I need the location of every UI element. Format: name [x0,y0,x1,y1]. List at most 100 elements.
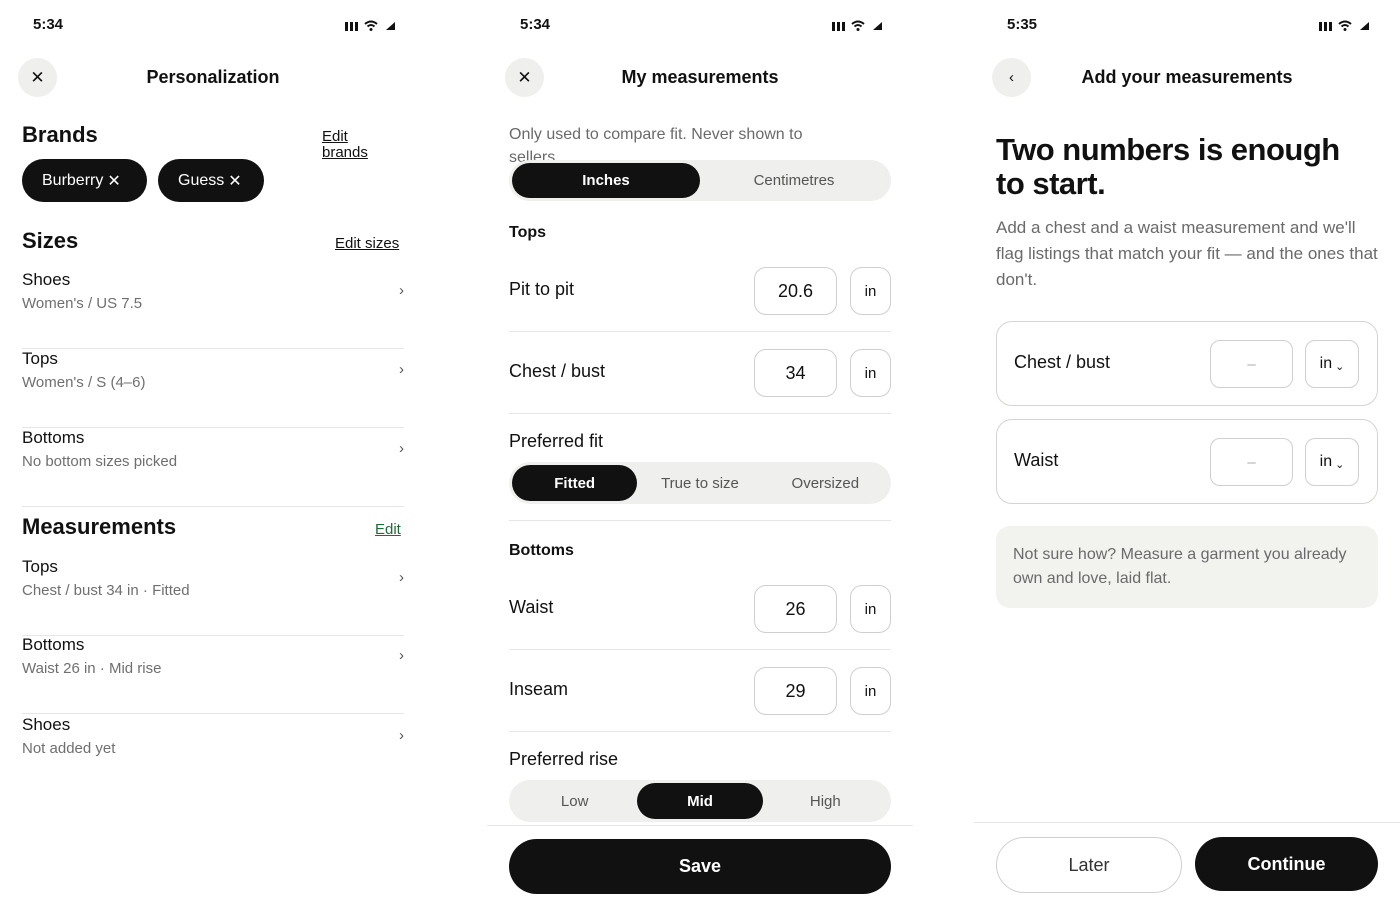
edit-brands-label-1: Edit [322,128,348,145]
fit-option-oversized[interactable]: Oversized [763,465,888,501]
cellular-signal-icon [832,22,845,31]
row-subtitle: Waist 26 in · Mid rise [22,660,162,677]
measure-row-inseam: Inseam 29 in [509,650,891,732]
rise-option-low[interactable]: Low [512,783,637,819]
chevron-right-icon: › [399,361,404,378]
rise-option-high[interactable]: High [763,783,888,819]
footer-divider [487,825,913,826]
inseam-input[interactable]: 29 [754,667,837,715]
fit-option-fitted[interactable]: Fitted [512,465,638,501]
waist-card: Waist – in ⌄ [996,419,1378,504]
unit-label: in [1319,453,1333,470]
row-title: Bottoms [22,428,85,447]
chest-bust-card: Chest / bust – in ⌄ [996,321,1378,406]
rise-option-mid[interactable]: Mid [637,783,763,819]
field-label: Chest / bust [1014,352,1111,372]
field-label: Waist [1014,450,1059,470]
edit-measurements-link[interactable]: Edit [375,521,401,538]
measurement-row-shoes[interactable]: Shoes Not added yet › [22,715,404,794]
privacy-note: Only used to compare fit. Never shown to… [509,126,803,163]
chevron-right-icon: › [399,440,404,457]
measure-label: Pit to pit [509,279,575,299]
chest-bust-input[interactable]: – [1210,340,1293,388]
measurement-row-tops[interactable]: Tops Chest / bust 34 in · Fitted › [22,557,404,636]
row-subtitle: Not added yet [22,740,116,757]
unit-option-centimetres[interactable]: Centimetres [700,163,888,198]
unit-dropdown[interactable]: in ⌄ [1305,438,1359,486]
status-time: 5:34 [520,16,551,33]
remove-icon[interactable]: ✕ [107,171,120,191]
preferred-fit-label: Preferred fit [509,431,604,451]
row-subtitle: No bottom sizes picked [22,453,178,470]
page-title: Personalization [146,67,280,87]
unit-dropdown[interactable]: in ⌄ [1305,340,1359,388]
row-title: Shoes [22,270,71,289]
continue-button[interactable]: Continue [1195,837,1378,891]
measure-label: Chest / bust [509,361,606,381]
sizes-heading: Sizes [22,228,79,253]
divider [509,520,891,521]
row-subtitle: Chest / bust 34 in · Fitted [22,582,190,599]
unit-select[interactable]: in [850,349,891,397]
wifi-icon [364,20,378,31]
unit-option-inches[interactable]: Inches [512,163,700,198]
measure-row-pit-to-pit: Pit to pit 20.6 in [509,250,891,332]
nav-bar: ✕ My measurements [487,58,913,100]
chevron-right-icon: › [399,282,404,299]
rise-toggle: Low Mid High [509,780,891,822]
remove-icon[interactable]: ✕ [228,171,241,191]
bottoms-heading: Bottoms [509,542,574,559]
brand-chip-label: Burberry [42,171,104,189]
hero-heading: Two numbers is enough to start. [996,132,1340,201]
brand-chip-burberry[interactable]: Burberry ✕ [22,159,147,202]
row-title: Bottoms [22,635,85,654]
unit-select[interactable]: in [850,585,891,633]
brand-chip-label: Guess [178,171,225,189]
page-title: Add your measurements [1081,67,1293,87]
save-button[interactable]: Save [509,839,891,894]
chevron-right-icon: › [399,569,404,586]
fit-option-true-to-size[interactable]: True to size [637,465,762,501]
row-title: Tops [22,557,58,576]
my-measurements-screen: 5:34 ✕ My measurements Only used to comp… [487,0,913,922]
row-subtitle: Women's / US 7.5 [22,295,143,312]
battery-icon [871,21,883,31]
row-title: Shoes [22,715,71,734]
status-bar: 5:34 [0,0,426,50]
size-row-shoes[interactable]: Shoes Women's / US 7.5 › [22,270,404,349]
chevron-right-icon: › [399,727,404,744]
intro-paragraph: Add a chest and a waist measurement and … [996,218,1378,289]
brand-chip-guess[interactable]: Guess ✕ [158,159,264,202]
battery-icon [1358,21,1370,31]
measure-label: Waist [509,597,554,617]
later-button[interactable]: Later [996,837,1182,893]
preferred-rise-label: Preferred rise [509,749,619,769]
row-title: Tops [22,349,58,368]
cellular-signal-icon [1319,22,1332,31]
edit-sizes-link[interactable]: Edit sizes [335,235,399,252]
measurement-row-bottoms[interactable]: Bottoms Waist 26 in · Mid rise › [22,635,404,714]
measuring-hint: Not sure how? Measure a garment you alre… [996,526,1378,608]
chevron-down-icon: ⌄ [1335,458,1345,471]
waist-input[interactable]: 26 [754,585,837,633]
status-time: 5:35 [1007,16,1038,33]
measurements-heading: Measurements [22,514,177,539]
chest-bust-input[interactable]: 34 [754,349,837,397]
size-row-bottoms[interactable]: Bottoms No bottom sizes picked › [22,428,404,507]
cellular-signal-icon [345,22,358,31]
unit-select[interactable]: in [850,667,891,715]
footer-divider [974,822,1400,823]
size-row-tops[interactable]: Tops Women's / S (4–6) › [22,349,404,428]
edit-brands-link[interactable]: Edit brands [322,129,368,161]
chevron-right-icon: › [399,647,404,664]
unit-select[interactable]: in [850,267,891,315]
wifi-icon [851,20,865,31]
pit-to-pit-input[interactable]: 20.6 [754,267,837,315]
personalization-screen: 5:34 ✕ Personalization Brands Edit brand… [0,0,426,922]
wifi-icon [1338,20,1352,31]
nav-bar: ✕ Personalization [0,58,426,100]
chevron-down-icon: ⌄ [1335,360,1345,373]
measure-label: Inseam [509,679,569,699]
status-time: 5:34 [33,16,64,33]
waist-input[interactable]: – [1210,438,1293,486]
